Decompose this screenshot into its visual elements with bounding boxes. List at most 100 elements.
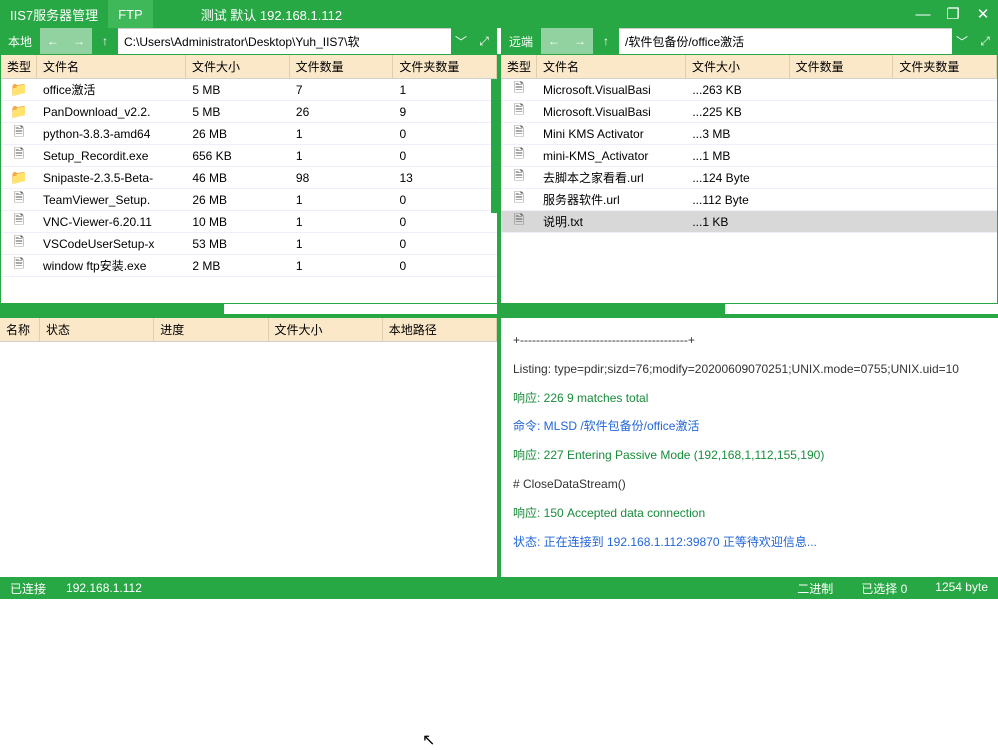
table-row[interactable]: 🗎TeamViewer_Setup.26 MB10 bbox=[1, 189, 497, 211]
table-row[interactable]: 📁office激活5 MB71 bbox=[1, 79, 497, 101]
col-name[interactable]: 文件名 bbox=[37, 55, 186, 78]
remote-expand-button[interactable]: ⤢ bbox=[972, 28, 998, 54]
cell-folders: 0 bbox=[393, 237, 497, 251]
local-pane: 类型 文件名 文件大小 文件数量 文件夹数量 📁office激活5 MB71📁P… bbox=[0, 54, 497, 304]
col-size[interactable]: 文件大小 bbox=[186, 55, 290, 78]
folder-icon: 📁 bbox=[10, 169, 27, 185]
log-output[interactable]: +---------------------------------------… bbox=[501, 318, 998, 577]
table-row[interactable]: 🗎Microsoft.VisualBasi...225 KB bbox=[501, 101, 997, 123]
file-icon: 🗎 bbox=[514, 80, 524, 95]
file-icon: 🗎 bbox=[514, 190, 524, 205]
local-file-list[interactable]: 📁office激活5 MB71📁PanDownload_v2.2.5 MB269… bbox=[1, 79, 497, 303]
table-row[interactable]: 🗎Mini KMS Activator...3 MB bbox=[501, 123, 997, 145]
cell-type: 📁 bbox=[1, 81, 37, 98]
col-count[interactable]: 文件数量 bbox=[290, 55, 394, 78]
col-folders[interactable]: 文件夹数量 bbox=[393, 55, 497, 78]
col-type[interactable]: 类型 bbox=[501, 55, 537, 78]
remote-file-list[interactable]: 🗎Microsoft.VisualBasi...263 KB🗎Microsoft… bbox=[501, 79, 997, 303]
log-line: 状态: 正在连接到 192.168.1.112:39870 正等待欢迎信息... bbox=[513, 528, 986, 557]
table-row[interactable]: 🗎VNC-Viewer-6.20.1110 MB10 bbox=[1, 211, 497, 233]
local-expand-button[interactable]: ⤢ bbox=[471, 28, 497, 54]
local-up-button[interactable]: ↑ bbox=[92, 28, 118, 54]
log-line: 响应: 226 9 matches total bbox=[513, 384, 986, 413]
local-path-dropdown[interactable]: ﹀ bbox=[451, 28, 471, 54]
cell-count: 1 bbox=[290, 215, 394, 229]
table-row[interactable]: 🗎Microsoft.VisualBasi...263 KB bbox=[501, 79, 997, 101]
hscroll-area bbox=[0, 304, 998, 314]
col-size[interactable]: 文件大小 bbox=[686, 55, 790, 78]
close-button[interactable]: ✕ bbox=[968, 0, 998, 28]
cell-size: 53 MB bbox=[186, 237, 290, 251]
transfer-list[interactable]: ↖ bbox=[0, 342, 497, 577]
status-selected: 已选择 0 bbox=[861, 580, 907, 597]
table-row[interactable]: 🗎说明.txt...1 KB bbox=[501, 211, 997, 233]
log-line: 响应: 150 Accepted data connection bbox=[513, 499, 986, 528]
col-type[interactable]: 类型 bbox=[1, 55, 37, 78]
cell-count: 1 bbox=[290, 193, 394, 207]
cell-name: Microsoft.VisualBasi bbox=[537, 105, 686, 119]
col-folders[interactable]: 文件夹数量 bbox=[893, 55, 997, 78]
remote-forward-button[interactable]: → bbox=[567, 28, 593, 54]
col-status[interactable]: 状态 bbox=[40, 318, 154, 341]
local-hscroll[interactable] bbox=[0, 304, 224, 314]
file-icon: 🗎 bbox=[14, 124, 24, 139]
cell-folders: 1 bbox=[393, 83, 497, 97]
cell-type: 🗎 bbox=[501, 211, 537, 233]
remote-up-button[interactable]: ↑ bbox=[593, 28, 619, 54]
table-row[interactable]: 📁Snipaste-2.3.5-Beta-46 MB9813 bbox=[1, 167, 497, 189]
cell-count: 1 bbox=[290, 127, 394, 141]
remote-path-dropdown[interactable]: ﹀ bbox=[952, 28, 972, 54]
cell-count: 1 bbox=[290, 149, 394, 163]
local-forward-button[interactable]: → bbox=[66, 28, 92, 54]
table-row[interactable]: 🗎mini-KMS_Activator...1 MB bbox=[501, 145, 997, 167]
status-bytes: 1254 byte bbox=[935, 580, 988, 597]
table-row[interactable]: 🗎Setup_Recordit.exe656 KB10 bbox=[1, 145, 497, 167]
cell-folders: 0 bbox=[393, 149, 497, 163]
table-row[interactable]: 🗎去脚本之家看看.url...124 Byte bbox=[501, 167, 997, 189]
status-mode: 二进制 bbox=[797, 580, 833, 597]
cell-type: 📁 bbox=[1, 169, 37, 186]
cell-size: ...1 MB bbox=[686, 149, 790, 163]
path-bar: 本地 ← → ↑ C:\Users\Administrator\Desktop\… bbox=[0, 28, 998, 54]
cell-count: 26 bbox=[290, 105, 394, 119]
cell-name: TeamViewer_Setup. bbox=[37, 193, 186, 207]
table-row[interactable]: 📁PanDownload_v2.2.5 MB269 bbox=[1, 101, 497, 123]
col-size[interactable]: 文件大小 bbox=[269, 318, 383, 341]
col-count[interactable]: 文件数量 bbox=[790, 55, 894, 78]
remote-back-button[interactable]: ← bbox=[541, 28, 567, 54]
file-icon: 🗎 bbox=[14, 190, 24, 205]
table-row[interactable]: 🗎window ftp安装.exe2 MB10 bbox=[1, 255, 497, 277]
table-row[interactable]: 🗎服务器软件.url...112 Byte bbox=[501, 189, 997, 211]
table-row[interactable]: 🗎python-3.8.3-amd6426 MB10 bbox=[1, 123, 497, 145]
cell-folders: 0 bbox=[393, 127, 497, 141]
status-connected: 已连接 bbox=[10, 580, 46, 597]
cell-type: 🗎 bbox=[1, 145, 37, 167]
col-localpath[interactable]: 本地路径 bbox=[383, 318, 497, 341]
cell-name: VNC-Viewer-6.20.11 bbox=[37, 215, 186, 229]
cell-type: 🗎 bbox=[1, 189, 37, 211]
cell-size: 5 MB bbox=[186, 83, 290, 97]
log-pane: +---------------------------------------… bbox=[499, 318, 998, 577]
col-name[interactable]: 名称 bbox=[0, 318, 40, 341]
local-path-input[interactable]: C:\Users\Administrator\Desktop\Yuh_IIS7\… bbox=[118, 28, 451, 54]
remote-path-input[interactable]: /软件包备份/office激活 bbox=[619, 28, 952, 54]
minimize-button[interactable]: — bbox=[908, 0, 938, 28]
remote-hscroll[interactable] bbox=[501, 304, 725, 314]
cell-size: ...124 Byte bbox=[686, 171, 790, 185]
maximize-button[interactable]: ❐ bbox=[938, 0, 968, 28]
local-scrollbar[interactable] bbox=[491, 79, 497, 213]
cell-size: 26 MB bbox=[186, 193, 290, 207]
ftp-tag: FTP bbox=[108, 0, 153, 28]
cell-size: 26 MB bbox=[186, 127, 290, 141]
file-icon: 🗎 bbox=[514, 102, 524, 117]
col-name[interactable]: 文件名 bbox=[537, 55, 686, 78]
file-icon: 🗎 bbox=[514, 124, 524, 139]
cell-size: ...112 Byte bbox=[686, 193, 790, 207]
cursor-icon: ↖ bbox=[422, 730, 435, 750]
table-row[interactable]: 🗎VSCodeUserSetup-x53 MB10 bbox=[1, 233, 497, 255]
local-back-button[interactable]: ← bbox=[40, 28, 66, 54]
cell-type: 🗎 bbox=[501, 79, 537, 101]
col-progress[interactable]: 进度 bbox=[154, 318, 268, 341]
cell-name: Snipaste-2.3.5-Beta- bbox=[37, 171, 186, 185]
file-icon: 🗎 bbox=[514, 212, 524, 227]
